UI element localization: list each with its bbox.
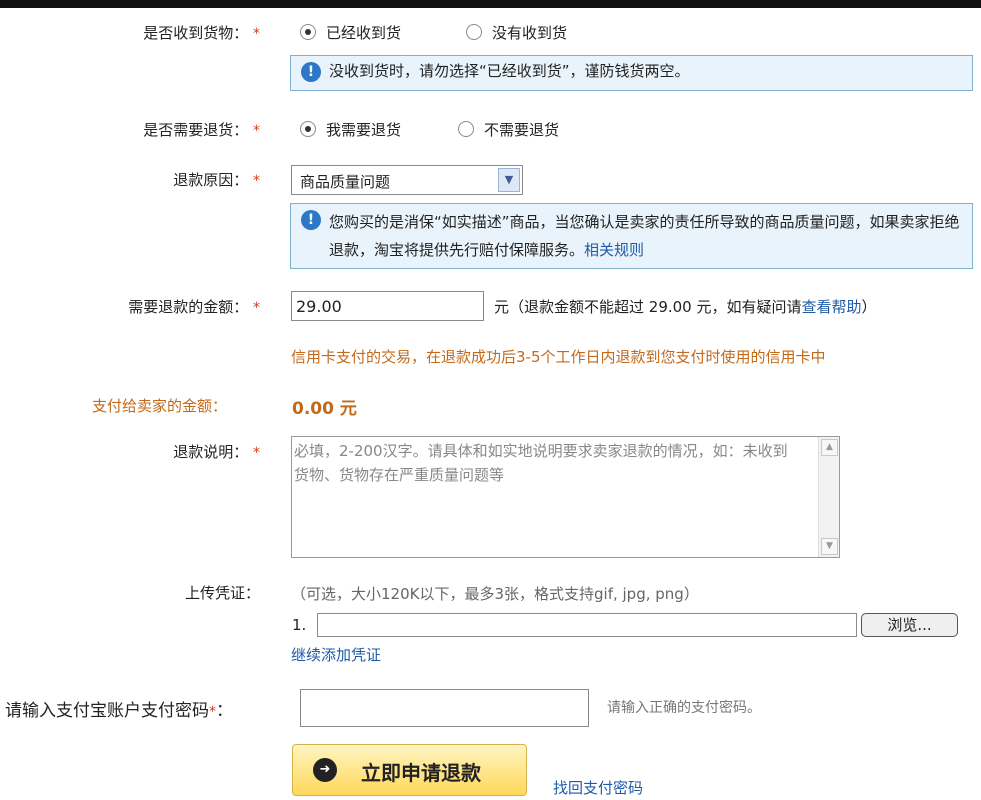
radio-unchecked-icon[interactable] bbox=[466, 24, 482, 40]
radio-checked-icon[interactable] bbox=[300, 121, 316, 137]
return-label-text: 是否需要退货： bbox=[143, 121, 249, 139]
scroll-up-icon[interactable]: ▲ bbox=[821, 439, 838, 456]
received-option-no[interactable]: 没有收到货 bbox=[466, 22, 567, 43]
refund-amount-input[interactable]: 29.00 bbox=[291, 291, 484, 321]
info-icon: ! bbox=[301, 210, 321, 230]
received-option-yes-label: 已经收到货 bbox=[326, 24, 402, 42]
amount-label-text: 需要退款的金额： bbox=[128, 298, 249, 316]
top-border bbox=[0, 0, 981, 8]
payment-password-input[interactable] bbox=[300, 689, 589, 727]
radio-unchecked-icon[interactable] bbox=[458, 121, 474, 137]
browse-button[interactable]: 浏览... bbox=[861, 613, 958, 637]
desc-label: 退款说明： * bbox=[0, 441, 260, 462]
related-rules-link[interactable]: 相关规则 bbox=[584, 241, 644, 259]
return-option-yes[interactable]: 我需要退货 bbox=[300, 119, 401, 140]
return-option-no-label: 不需要退货 bbox=[484, 121, 560, 139]
required-star: * bbox=[253, 173, 260, 189]
apply-refund-button[interactable]: ➜ 立即申请退款 bbox=[292, 744, 527, 796]
return-option-yes-label: 我需要退货 bbox=[326, 121, 402, 139]
add-more-proof-link[interactable]: 继续添加凭证 bbox=[291, 644, 381, 665]
required-star: * bbox=[253, 26, 260, 42]
scroll-down-icon[interactable]: ▼ bbox=[821, 538, 838, 555]
apply-refund-label: 立即申请退款 bbox=[361, 761, 481, 785]
reason-notice: ! 您购买的是消保“如实描述”商品，当您确认是卖家的责任所导致的商品质量问题，如… bbox=[290, 203, 973, 269]
refund-description-textarea[interactable]: 必填，2-200汉字。请具体和如实地说明要求卖家退款的情况，如：未收到货物、货物… bbox=[291, 436, 840, 558]
refund-amount-value: 29.00 bbox=[296, 297, 342, 316]
view-help-link[interactable]: 查看帮助 bbox=[801, 298, 861, 316]
pay-seller-label: 支付给卖家的金额： bbox=[92, 397, 228, 415]
return-option-no[interactable]: 不需要退货 bbox=[458, 119, 559, 140]
return-label: 是否需要退货： * bbox=[0, 119, 260, 140]
required-star: * bbox=[209, 704, 216, 720]
forgot-password-link[interactable]: 找回支付密码 bbox=[553, 777, 643, 798]
amount-hint: 元（退款金额不能超过 29.00 元，如有疑问请查看帮助） bbox=[494, 296, 877, 317]
received-option-yes[interactable]: 已经收到货 bbox=[300, 22, 401, 43]
arrow-right-icon: ➜ bbox=[313, 758, 337, 782]
upload-hint: （可选，大小120K以下，最多3张，格式支持gif, jpg, png） bbox=[291, 585, 699, 603]
required-star: * bbox=[253, 123, 260, 139]
received-option-no-label: 没有收到货 bbox=[492, 24, 568, 42]
textarea-scrollbar[interactable]: ▲ ▼ bbox=[818, 437, 839, 557]
password-hint: 请输入正确的支付密码。 bbox=[607, 700, 761, 716]
upload-index: 1. bbox=[292, 616, 307, 634]
received-notice: ! 没收到货时，请勿选择“已经收到货”，谨防钱货两空。 bbox=[290, 55, 973, 91]
required-star: * bbox=[253, 445, 260, 461]
refund-reason-select[interactable]: 商品质量问题 ▼ bbox=[291, 165, 523, 195]
credit-card-note: 信用卡支付的交易，在退款成功后3-5个工作日内退款到您支付时使用的信用卡中 bbox=[291, 348, 826, 366]
desc-label-text: 退款说明： bbox=[173, 443, 249, 461]
refund-description-placeholder: 必填，2-200汉字。请具体和如实地说明要求卖家退款的情况，如：未收到货物、货物… bbox=[294, 442, 788, 484]
required-star: * bbox=[253, 300, 260, 316]
amount-label: 需要退款的金额： * bbox=[0, 296, 260, 317]
info-icon: ! bbox=[301, 62, 321, 82]
file-path-input[interactable] bbox=[317, 613, 857, 637]
reason-label: 退款原因： * bbox=[0, 169, 260, 190]
radio-checked-icon[interactable] bbox=[300, 24, 316, 40]
password-label: 请输入支付宝账户支付密码*： bbox=[5, 696, 233, 721]
upload-label: 上传凭证： bbox=[184, 584, 260, 602]
received-label-text: 是否收到货物： bbox=[143, 24, 249, 42]
reason-label-text: 退款原因： bbox=[173, 171, 249, 189]
received-label: 是否收到货物： * bbox=[0, 22, 260, 43]
browse-button-label: 浏览... bbox=[887, 616, 932, 634]
amount-hint-text: 元（退款金额不能超过 29.00 元，如有疑问请 bbox=[494, 298, 802, 316]
password-label-colon: ： bbox=[216, 701, 233, 721]
refund-reason-value: 商品质量问题 bbox=[300, 173, 391, 191]
amount-hint-end: ） bbox=[861, 298, 877, 316]
received-notice-text: 没收到货时，请勿选择“已经收到货”，谨防钱货两空。 bbox=[329, 62, 690, 80]
pay-seller-value: 0.00 元 bbox=[292, 399, 357, 419]
password-label-text: 请输入支付宝账户支付密码 bbox=[5, 701, 209, 721]
reason-notice-text: 您购买的是消保“如实描述”商品，当您确认是卖家的责任所导致的商品质量问题，如果卖… bbox=[329, 213, 960, 259]
chevron-down-icon[interactable]: ▼ bbox=[498, 168, 520, 192]
